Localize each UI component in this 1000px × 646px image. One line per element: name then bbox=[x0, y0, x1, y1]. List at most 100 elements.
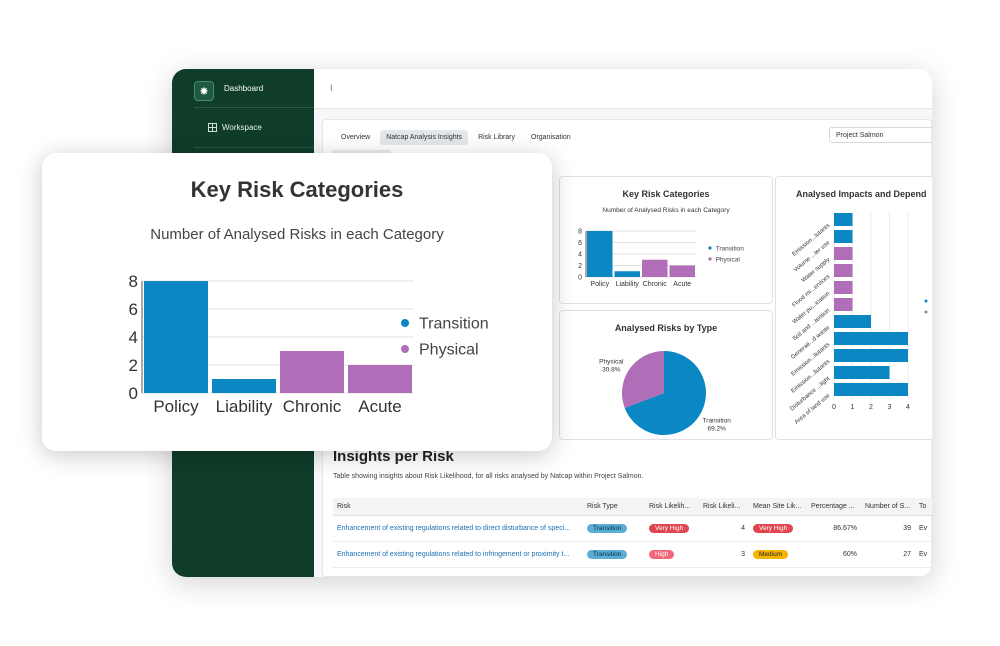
x-tick-label: 2 bbox=[869, 404, 873, 411]
mean-site-cell: Medium bbox=[749, 541, 807, 568]
risks-by-type-pie: Transition69.2% Physical30.8% bbox=[599, 351, 731, 435]
number-cell: 27 bbox=[861, 541, 915, 568]
bar-chronic bbox=[280, 351, 344, 393]
pie-value: 69.2% bbox=[707, 425, 726, 432]
risk-type-badge: Transition bbox=[587, 549, 628, 559]
pie-value: 30.8% bbox=[602, 367, 621, 374]
total-cell: Ev bbox=[915, 541, 932, 568]
x-tick-label: Liability bbox=[216, 397, 273, 416]
column-header[interactable]: Risk Likelih... bbox=[645, 498, 699, 516]
x-tick-label: 3 bbox=[888, 404, 892, 411]
legend-marker bbox=[401, 319, 409, 327]
bar-acute bbox=[348, 365, 412, 393]
y-tick-label: 2 bbox=[129, 356, 138, 375]
hbar-bar bbox=[834, 383, 908, 396]
percentage-cell: 60% bbox=[807, 541, 861, 568]
column-header[interactable]: Mean Site Lik... bbox=[749, 498, 807, 516]
pie-label: Physical bbox=[599, 359, 624, 366]
table-row[interactable]: Enhancement of existing regulations rela… bbox=[333, 541, 932, 568]
total-cell: Ev bbox=[915, 515, 932, 542]
legend-label: Physical bbox=[716, 256, 741, 263]
table-header-row: Risk Risk Type Risk Likelih... Risk Like… bbox=[333, 498, 932, 516]
sidebar-divider bbox=[194, 147, 314, 148]
hbar-bar bbox=[834, 349, 908, 362]
project-select[interactable]: Project Salmon bbox=[829, 127, 932, 143]
hbar-bar bbox=[834, 366, 890, 379]
mean-site-cell: Very High bbox=[749, 515, 807, 542]
legend-marker bbox=[401, 345, 409, 353]
x-tick-label: Liability bbox=[616, 281, 640, 288]
legend-marker bbox=[924, 299, 928, 303]
sidebar-divider bbox=[194, 107, 314, 108]
risk-link[interactable]: Enhancement of existing regulations rela… bbox=[333, 541, 583, 568]
hbar-bar bbox=[834, 247, 853, 260]
sidebar-item-label: Workspace bbox=[222, 123, 262, 132]
insights-subtitle: Table showing insights about Risk Likeli… bbox=[333, 473, 644, 480]
table-row[interactable]: Enhancement of existing regulations rela… bbox=[333, 515, 932, 542]
column-header[interactable]: Percentage ... bbox=[807, 498, 861, 516]
likelihood-badge: High bbox=[649, 549, 675, 559]
x-tick-label: Acute bbox=[673, 281, 691, 288]
risk-type-cell: Transition bbox=[583, 515, 645, 542]
legend-label: Physical bbox=[419, 342, 479, 359]
text-cursor: I bbox=[330, 83, 333, 93]
column-header[interactable]: Number of S... bbox=[861, 498, 915, 516]
bar-liability bbox=[614, 271, 640, 277]
legend-marker bbox=[708, 257, 712, 261]
y-tick-label: 8 bbox=[129, 272, 138, 291]
key-risk-categories-overlay: Key Risk Categories Number of Analysed R… bbox=[42, 153, 552, 451]
likelihood-cell: High bbox=[645, 541, 699, 568]
impacts-dependencies-card: Analysed Impacts and Depend 0 1 2 3 4 Emissio… bbox=[775, 176, 932, 440]
tab-risk-library[interactable]: Risk Library bbox=[472, 130, 521, 145]
workspace-icon bbox=[208, 123, 217, 132]
y-tick-label: 0 bbox=[578, 274, 582, 281]
x-tick-label: Chronic bbox=[283, 397, 342, 416]
bar-chronic bbox=[642, 259, 668, 277]
number-cell: 39 bbox=[861, 515, 915, 542]
key-risk-large-chart: 0 2 4 6 8 Policy Liability Chronic Acute Transiti… bbox=[129, 272, 489, 416]
hbar-bar bbox=[834, 298, 853, 311]
hbar-bar bbox=[834, 281, 853, 294]
risk-link[interactable]: Enhancement of existing regulations rela… bbox=[333, 515, 583, 542]
key-risk-small-chart: 0 2 4 6 8 Policy Liability Chronic Acute Transiti… bbox=[578, 228, 745, 288]
hbar-bar bbox=[834, 264, 853, 277]
legend-label: Transition bbox=[716, 245, 745, 252]
y-tick-label: 4 bbox=[578, 251, 582, 258]
tab-natcap-analysis-insights[interactable]: Natcap Analysis Insights bbox=[380, 130, 469, 145]
x-tick-label: Policy bbox=[153, 397, 199, 416]
hbar-bar bbox=[834, 332, 908, 345]
likelihood-score: 4 bbox=[699, 515, 749, 542]
brand-logo-icon[interactable]: ✸ bbox=[194, 81, 214, 101]
hbar-bar bbox=[834, 230, 853, 243]
column-header[interactable]: Risk bbox=[333, 498, 583, 516]
risks-by-type-card: Analysed Risks by Type Transition 69.2% Ph… bbox=[559, 310, 773, 440]
x-tick-label: Chronic bbox=[643, 281, 668, 288]
bar-policy bbox=[144, 281, 208, 393]
x-tick-label: Acute bbox=[358, 397, 401, 416]
column-header[interactable]: Risk Type bbox=[583, 498, 645, 516]
x-tick-label: 4 bbox=[906, 404, 910, 411]
sidebar-item-dashboard[interactable]: Dashboard bbox=[224, 84, 263, 93]
mean-site-badge: Very High bbox=[753, 523, 794, 533]
legend-label: Transition bbox=[419, 316, 489, 333]
y-tick-label: 4 bbox=[129, 328, 138, 347]
insights-table: Risk Risk Type Risk Likelih... Risk Like… bbox=[333, 498, 932, 568]
y-tick-label: 2 bbox=[578, 263, 582, 270]
hbar-bar bbox=[834, 315, 871, 328]
percentage-cell: 86.67% bbox=[807, 515, 861, 542]
y-tick-label: 6 bbox=[578, 240, 582, 247]
mean-site-badge: Medium bbox=[753, 549, 789, 559]
column-header[interactable]: To bbox=[915, 498, 932, 516]
bar-policy bbox=[587, 231, 613, 277]
likelihood-cell: Very High bbox=[645, 515, 699, 542]
tab-overview[interactable]: Overview bbox=[335, 130, 376, 145]
y-tick-label: Area of land use bbox=[794, 393, 832, 426]
x-tick-label: Policy bbox=[590, 281, 609, 288]
bar-liability bbox=[212, 379, 276, 393]
likelihood-badge: Very High bbox=[649, 523, 690, 533]
sidebar-item-workspace[interactable]: Workspace bbox=[208, 123, 262, 132]
tab-organisation[interactable]: Organisation bbox=[525, 130, 577, 145]
risk-type-badge: Transition bbox=[587, 523, 628, 533]
x-tick-label: 1 bbox=[851, 404, 855, 411]
column-header[interactable]: Risk Likeli... bbox=[699, 498, 749, 516]
